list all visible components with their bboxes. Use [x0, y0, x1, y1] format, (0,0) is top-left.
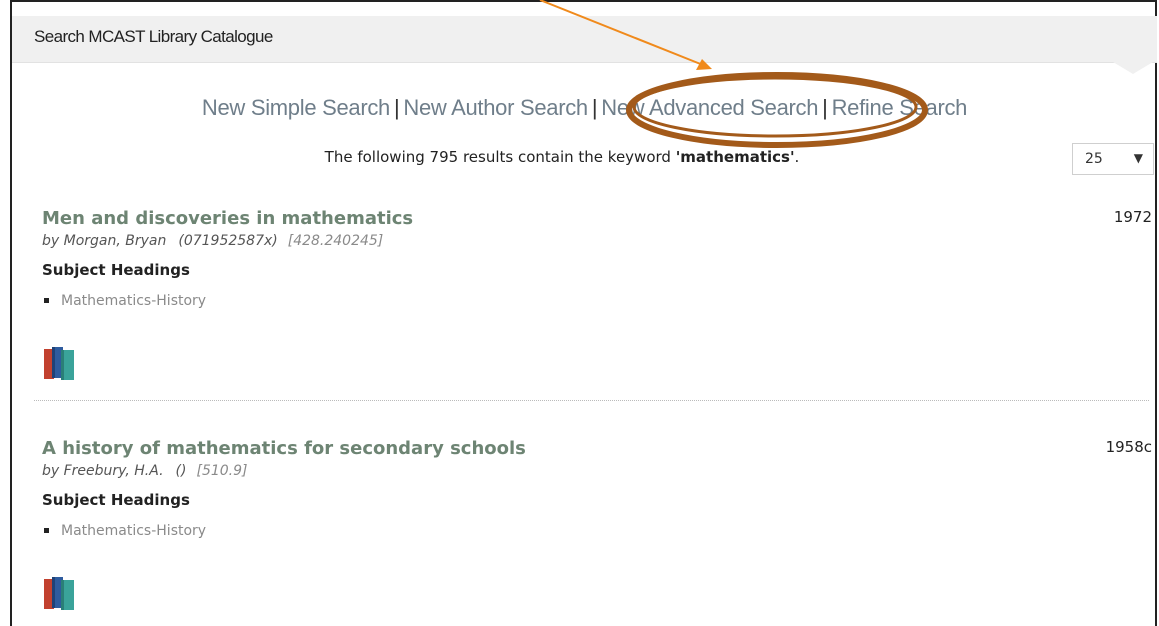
result-call-number: [510.9] — [196, 463, 248, 479]
subject-heading-link[interactable]: Mathematics-History — [42, 523, 206, 539]
new-advanced-search-link[interactable]: New Advanced Search — [601, 95, 818, 120]
results-summary: The following 795 results contain the ke… — [12, 148, 1112, 166]
new-simple-search-link[interactable]: New Simple Search — [202, 95, 390, 120]
result-byline: by Morgan, Bryan (071952587x) [428.240245] — [42, 233, 383, 249]
result-title-link[interactable]: Men and discoveries in mathematics — [42, 208, 413, 229]
panel-header: Search MCAST Library Catalogue — [12, 16, 1157, 63]
summary-suffix: . — [794, 148, 800, 166]
panel-title: Search MCAST Library Catalogue — [34, 27, 273, 46]
results-per-page-select[interactable]: 25 ▼ — [1072, 143, 1154, 175]
nav-separator: | — [591, 95, 598, 120]
subject-headings-label: Subject Headings — [42, 261, 190, 279]
subject-heading-text: Mathematics-History — [61, 523, 207, 539]
result-author: by Morgan, Bryan — [42, 233, 167, 249]
result-divider — [34, 400, 1149, 401]
result-year: 1958c — [1105, 438, 1152, 456]
nav-separator: | — [822, 95, 828, 120]
summary-prefix: The following 795 results contain the ke… — [324, 148, 671, 166]
result-year: 1972 — [1113, 208, 1152, 226]
result-byline: by Freebury, H.A. () [510.9] — [42, 463, 248, 479]
result-isbn: () — [175, 463, 187, 479]
subject-heading-link[interactable]: Mathematics-History — [42, 293, 206, 309]
subject-heading-text: Mathematics-History — [61, 293, 207, 309]
summary-keyword: 'mathematics' — [675, 148, 795, 166]
result-author: by Freebury, H.A. — [42, 463, 164, 479]
search-nav-links: New Simple Search | New Author Search | New … — [12, 95, 1157, 121]
header-notch — [1113, 62, 1153, 74]
per-page-value: 25 — [1085, 151, 1103, 167]
books-icon[interactable] — [42, 345, 76, 381]
refine-search-link[interactable]: Refine Search — [832, 95, 968, 120]
nav-separator: | — [393, 95, 400, 120]
chevron-down-icon: ▼ — [1133, 151, 1143, 165]
catalogue-panel: Search MCAST Library Catalogue New Simpl… — [10, 0, 1157, 626]
result-isbn: (071952587x) — [178, 233, 278, 249]
books-icon[interactable] — [42, 575, 76, 611]
bullet-icon — [44, 297, 49, 303]
subject-headings-label: Subject Headings — [42, 491, 190, 509]
bullet-icon — [44, 527, 49, 533]
result-call-number: [428.240245] — [287, 233, 384, 249]
new-author-search-link[interactable]: New Author Search — [403, 95, 588, 120]
result-title-link[interactable]: A history of mathematics for secondary s… — [42, 438, 526, 459]
